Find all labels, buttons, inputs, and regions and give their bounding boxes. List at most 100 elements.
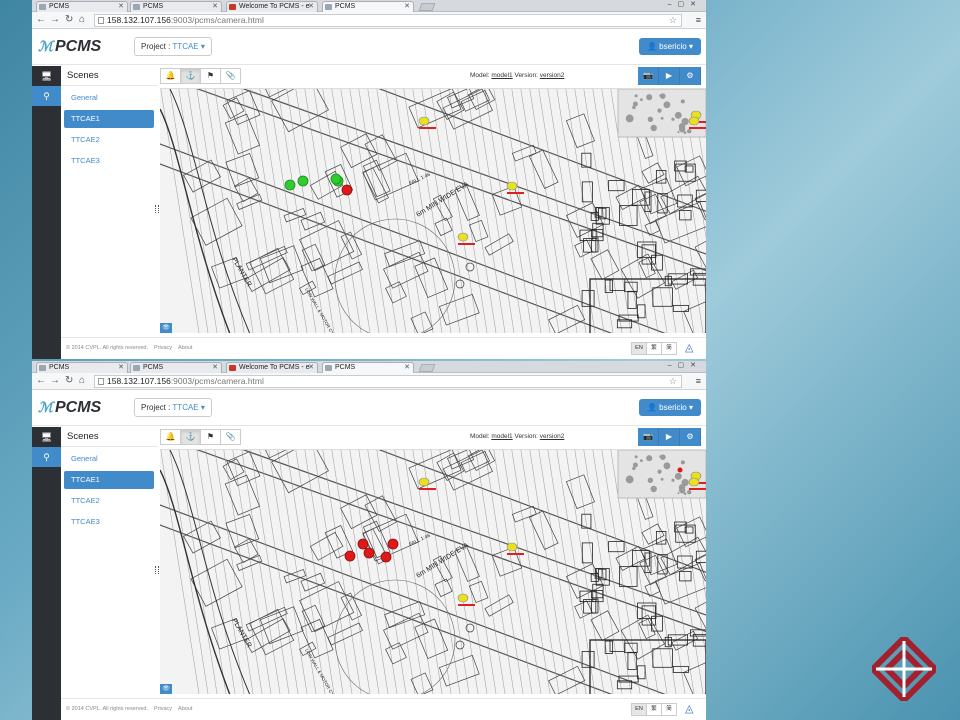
close-icon[interactable]: ✕ xyxy=(118,363,124,373)
camera-marker-icon[interactable] xyxy=(506,181,518,191)
status-marker-red[interactable] xyxy=(677,467,683,473)
user-menu-button[interactable]: 👤 bsericio ▾ xyxy=(638,399,701,416)
menu-icon[interactable]: ≡ xyxy=(696,376,701,386)
browser-tab[interactable]: Welcome To PCMS - e ✕ xyxy=(226,1,318,12)
scene-item[interactable]: TTCAE2 xyxy=(64,492,154,510)
version-link[interactable]: version2 xyxy=(540,72,565,79)
flag-icon[interactable]: ⚑ xyxy=(200,429,221,445)
scene-item[interactable]: General xyxy=(64,89,154,107)
camera-icon[interactable]: 📷 xyxy=(638,428,659,446)
drawing-canvas[interactable]: FALL 1:46 6m MIN WIDE EVA PLANTER LOW WALL … xyxy=(160,88,706,333)
panel-resize-handle[interactable] xyxy=(155,205,159,213)
status-marker-green[interactable] xyxy=(284,179,296,191)
new-tab-button[interactable] xyxy=(418,364,436,372)
status-marker-red[interactable] xyxy=(357,538,369,550)
browser-tab[interactable]: PCMS ✕ xyxy=(130,1,222,12)
home-icon[interactable]: ⌂ xyxy=(79,14,85,26)
eye-icon[interactable]: 👁 xyxy=(160,323,172,333)
settings-icon[interactable]: ⚙ xyxy=(680,428,701,446)
camera-marker-icon[interactable] xyxy=(688,116,700,126)
bookmark-star-icon[interactable]: ☆ xyxy=(669,376,677,387)
browser-tab[interactable]: PCMS ✕ xyxy=(36,1,128,12)
status-marker-red[interactable] xyxy=(387,538,399,550)
camera-marker-icon[interactable] xyxy=(506,542,518,552)
close-icon[interactable]: ✕ xyxy=(404,363,410,373)
drawing-canvas[interactable]: FALL 1:46 6m MIN WIDE EVA PLANTER LOW WALL … xyxy=(160,449,706,694)
browser-tab[interactable]: Welcome To PCMS - e ✕ xyxy=(226,362,318,373)
project-dropdown[interactable]: Project : TTCAE ▾ xyxy=(134,37,212,56)
video-icon[interactable]: ▶ xyxy=(659,428,680,446)
model-link[interactable]: model1 xyxy=(491,433,512,440)
back-icon[interactable]: ← xyxy=(36,14,46,26)
privacy-link[interactable]: Privacy xyxy=(154,345,172,351)
about-link[interactable]: About xyxy=(178,706,192,712)
anchor-icon[interactable]: ⚓ xyxy=(180,429,201,445)
scene-item[interactable]: TTCAE3 xyxy=(64,513,154,531)
version-link[interactable]: version2 xyxy=(540,433,565,440)
menu-icon[interactable]: ≡ xyxy=(696,15,701,25)
reload-icon[interactable]: ↻ xyxy=(65,375,73,387)
camera-scenes-icon[interactable]: ⚲ xyxy=(32,86,61,106)
browser-tab[interactable]: PCMS ✕ xyxy=(130,362,222,373)
user-menu-button[interactable]: 👤 bsericio ▾ xyxy=(638,38,701,55)
video-icon[interactable]: ▶ xyxy=(659,67,680,85)
paperclip-icon[interactable]: 📎 xyxy=(220,429,241,445)
status-marker-green[interactable] xyxy=(297,175,309,187)
browser-tab-active[interactable]: PCMS ✕ xyxy=(322,362,414,373)
lang-en-button[interactable]: EN xyxy=(631,342,647,355)
lang-tc-button[interactable]: 繁 xyxy=(646,703,662,716)
close-icon[interactable]: ✕ xyxy=(308,2,314,12)
camera-marker-icon[interactable] xyxy=(418,477,430,487)
status-marker-red[interactable] xyxy=(380,551,392,563)
camera-scenes-icon[interactable]: ⚲ xyxy=(32,447,61,467)
window-controls[interactable]: –▢✕ xyxy=(668,0,702,8)
forward-icon[interactable]: → xyxy=(50,375,60,387)
camera-marker-icon[interactable] xyxy=(688,477,700,487)
lang-tc-button[interactable]: 繁 xyxy=(646,342,662,355)
camera-marker-icon[interactable] xyxy=(457,593,469,603)
url-input[interactable]: 158.132.107.156:9003/pcms/camera.html ☆ xyxy=(94,375,682,388)
reload-icon[interactable]: ↻ xyxy=(65,14,73,26)
bell-icon[interactable]: 🔔 xyxy=(160,429,181,445)
status-marker-red[interactable] xyxy=(363,547,375,559)
forward-icon[interactable]: → xyxy=(50,14,60,26)
home-icon[interactable]: ⌂ xyxy=(79,375,85,387)
lang-sc-button[interactable]: 简 xyxy=(661,703,677,716)
back-icon[interactable]: ← xyxy=(36,375,46,387)
scene-item-selected[interactable]: TTCAE1 xyxy=(64,110,154,128)
close-icon[interactable]: ✕ xyxy=(404,2,410,12)
camera-marker-icon[interactable] xyxy=(418,116,430,126)
scene-item[interactable]: TTCAE2 xyxy=(64,131,154,149)
close-icon[interactable]: ✕ xyxy=(308,363,314,373)
close-icon[interactable]: ✕ xyxy=(118,2,124,12)
anchor-icon[interactable]: ⚓ xyxy=(180,68,201,84)
scene-item-selected[interactable]: TTCAE1 xyxy=(64,471,154,489)
monitor-icon[interactable]: 🖥 xyxy=(32,427,61,447)
lang-sc-button[interactable]: 简 xyxy=(661,342,677,355)
privacy-link[interactable]: Privacy xyxy=(154,706,172,712)
project-dropdown[interactable]: Project : TTCAE ▾ xyxy=(134,398,212,417)
status-marker-green[interactable] xyxy=(330,173,342,185)
browser-tab-active[interactable]: PCMS ✕ xyxy=(322,1,414,12)
flag-icon[interactable]: ⚑ xyxy=(200,68,221,84)
status-marker-red[interactable] xyxy=(344,550,356,562)
url-input[interactable]: 158.132.107.156:9003/pcms/camera.html ☆ xyxy=(94,14,682,27)
panel-resize-handle[interactable] xyxy=(155,566,159,574)
about-link[interactable]: About xyxy=(178,345,192,351)
pcms-logo[interactable]: ℳ PCMS xyxy=(38,399,101,417)
scene-item[interactable]: General xyxy=(64,450,154,468)
settings-icon[interactable]: ⚙ xyxy=(680,67,701,85)
model-link[interactable]: model1 xyxy=(491,72,512,79)
window-controls[interactable]: –▢✕ xyxy=(668,361,702,369)
close-icon[interactable]: ✕ xyxy=(212,363,218,373)
paperclip-icon[interactable]: 📎 xyxy=(220,68,241,84)
eye-icon[interactable]: 👁 xyxy=(160,684,172,694)
close-icon[interactable]: ✕ xyxy=(212,2,218,12)
status-marker-red[interactable] xyxy=(341,184,353,196)
lang-en-button[interactable]: EN xyxy=(631,703,647,716)
bookmark-star-icon[interactable]: ☆ xyxy=(669,15,677,26)
browser-tab[interactable]: PCMS ✕ xyxy=(36,362,128,373)
camera-marker-icon[interactable] xyxy=(457,232,469,242)
new-tab-button[interactable] xyxy=(418,3,436,11)
bell-icon[interactable]: 🔔 xyxy=(160,68,181,84)
